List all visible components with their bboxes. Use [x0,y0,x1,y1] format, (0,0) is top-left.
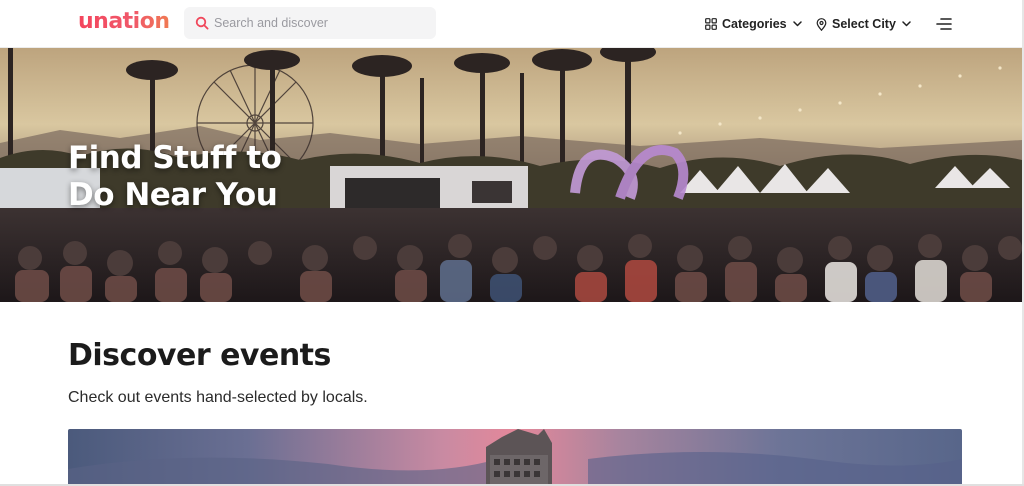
select-city-dropdown[interactable]: Select City [816,14,911,34]
search-bar[interactable] [184,7,436,39]
hero-banner: Find Stuff to Do Near You [0,48,1022,302]
unation-logo[interactable]: unation [78,9,170,34]
search-input[interactable] [214,7,424,39]
location-pin-icon [816,17,827,31]
categories-dropdown[interactable]: Categories [705,14,802,34]
categories-label: Categories [722,17,787,31]
event-card-image [68,429,962,486]
select-city-label: Select City [832,17,896,31]
discover-events-title: Discover events [68,338,331,373]
chevron-down-icon [792,21,802,27]
featured-event-card[interactable] [68,429,962,486]
grid-icon [705,18,717,30]
chevron-down-icon [902,21,911,27]
search-icon [195,16,209,30]
building-image [486,429,552,486]
top-header: unation Categories Select City [0,0,1024,48]
discover-events-subtitle: Check out events hand-selected by locals… [68,389,368,406]
hero-title: Find Stuff to Do Near You [68,140,282,213]
menu-icon[interactable] [936,16,952,32]
